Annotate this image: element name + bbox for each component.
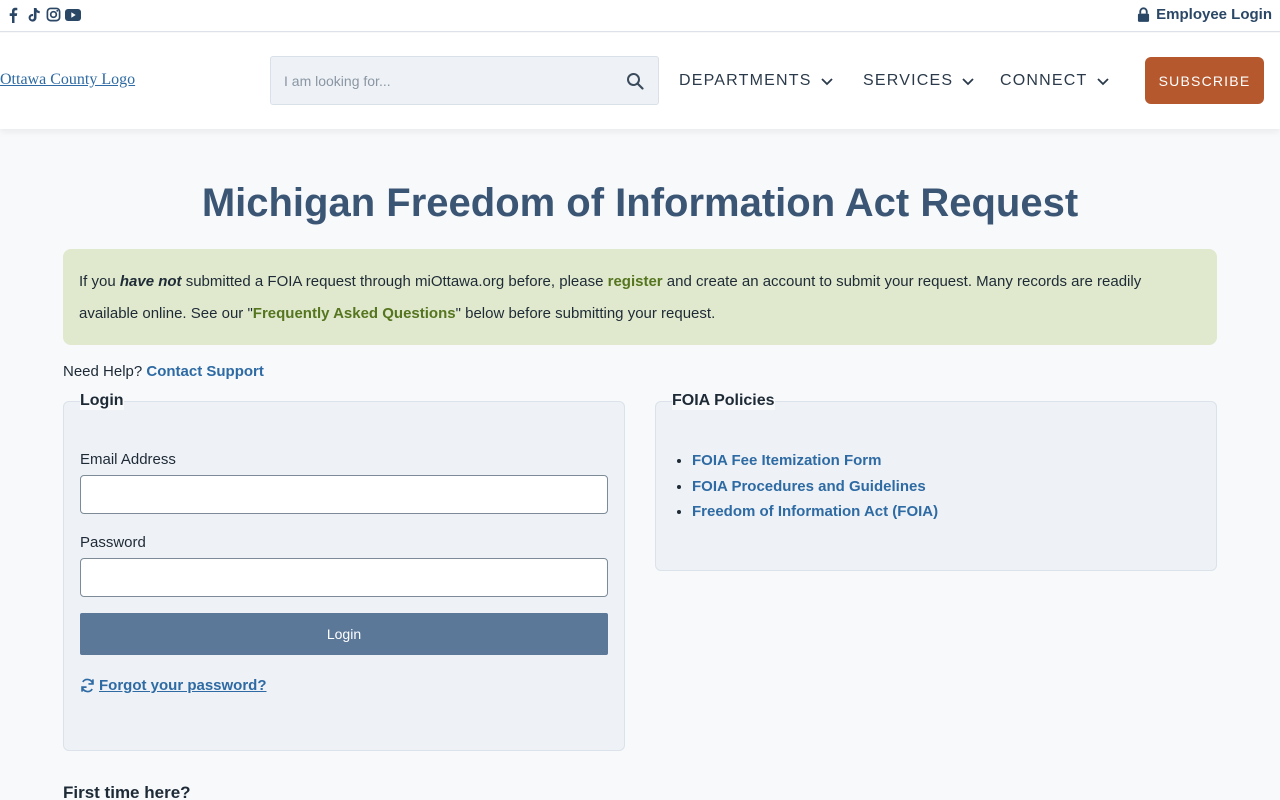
subscribe-button[interactable]: SUBSCRIBE bbox=[1145, 57, 1264, 104]
list-item: FOIA Procedures and Guidelines bbox=[692, 474, 938, 500]
login-legend: Login bbox=[80, 392, 124, 410]
nav-connect-label: CONNECT bbox=[1000, 72, 1088, 89]
employee-login-link[interactable]: Employee Login bbox=[1137, 6, 1272, 23]
chevron-down-icon bbox=[820, 78, 833, 86]
site-header: Ottawa County Logo I am looking for... D… bbox=[0, 33, 1280, 129]
nav-services[interactable]: SERVICES bbox=[863, 72, 975, 90]
instagram-icon[interactable] bbox=[46, 7, 61, 23]
notice-emphasis: have not bbox=[119, 273, 182, 290]
list-item: Freedom of Information Act (FOIA) bbox=[692, 499, 938, 525]
help-line: Need Help? Contact Support bbox=[63, 363, 264, 380]
list-item: FOIA Fee Itemization Form bbox=[692, 448, 938, 474]
policy-link-procedures[interactable]: FOIA Procedures and Guidelines bbox=[692, 478, 926, 495]
policy-link-foia-act[interactable]: Freedom of Information Act (FOIA) bbox=[692, 503, 938, 520]
help-text: Need Help? bbox=[63, 363, 143, 380]
password-field[interactable] bbox=[80, 558, 608, 597]
first-time-heading: First time here? bbox=[63, 783, 191, 800]
top-utility-bar: Employee Login bbox=[0, 0, 1280, 32]
faq-link[interactable]: Frequently Asked Questions bbox=[253, 305, 456, 322]
policy-list: FOIA Fee Itemization Form FOIA Procedure… bbox=[692, 448, 938, 525]
registration-notice: If you have not submitted a FOIA request… bbox=[63, 249, 1217, 345]
register-link[interactable]: register bbox=[608, 273, 663, 290]
notice-text-2: submitted a FOIA request through miOttaw… bbox=[181, 273, 608, 290]
nav-connect[interactable]: CONNECT bbox=[1000, 72, 1110, 90]
email-label: Email Address bbox=[80, 451, 176, 468]
foia-policies-panel: FOIA Policies FOIA Fee Itemization Form … bbox=[655, 392, 1217, 571]
employee-login-label: Employee Login bbox=[1156, 6, 1272, 23]
social-links bbox=[8, 7, 81, 23]
refresh-icon bbox=[81, 678, 94, 693]
youtube-icon[interactable] bbox=[65, 7, 81, 23]
policy-link-fee-itemization[interactable]: FOIA Fee Itemization Form bbox=[692, 452, 881, 469]
chevron-down-icon bbox=[962, 78, 974, 86]
forgot-password-label: Forgot your password? bbox=[99, 677, 267, 694]
email-field[interactable] bbox=[80, 475, 608, 514]
notice-text-1: If you bbox=[79, 273, 120, 290]
login-button[interactable]: Login bbox=[80, 613, 608, 655]
tiktok-icon[interactable] bbox=[27, 7, 41, 23]
nav-departments[interactable]: DEPARTMENTS bbox=[679, 72, 834, 90]
policies-legend: FOIA Policies bbox=[672, 392, 775, 410]
contact-support-link[interactable]: Contact Support bbox=[146, 363, 264, 380]
password-label: Password bbox=[80, 534, 146, 551]
site-logo[interactable]: Ottawa County Logo bbox=[0, 71, 135, 89]
nav-services-label: SERVICES bbox=[863, 72, 954, 89]
facebook-icon[interactable] bbox=[8, 7, 22, 23]
lock-icon bbox=[1138, 7, 1150, 22]
forgot-password-link[interactable]: Forgot your password? bbox=[80, 677, 267, 694]
search-placeholder: I am looking for... bbox=[284, 73, 391, 89]
chevron-down-icon bbox=[1096, 78, 1109, 86]
search-input[interactable]: I am looking for... bbox=[270, 56, 659, 105]
search-icon[interactable] bbox=[626, 72, 644, 90]
nav-departments-label: DEPARTMENTS bbox=[679, 72, 812, 89]
login-panel: Login Email Address Password Login Forgo… bbox=[63, 392, 625, 751]
page-title: Michigan Freedom of Information Act Requ… bbox=[201, 181, 1079, 225]
notice-text-4: " below before submitting your request. bbox=[455, 305, 716, 322]
